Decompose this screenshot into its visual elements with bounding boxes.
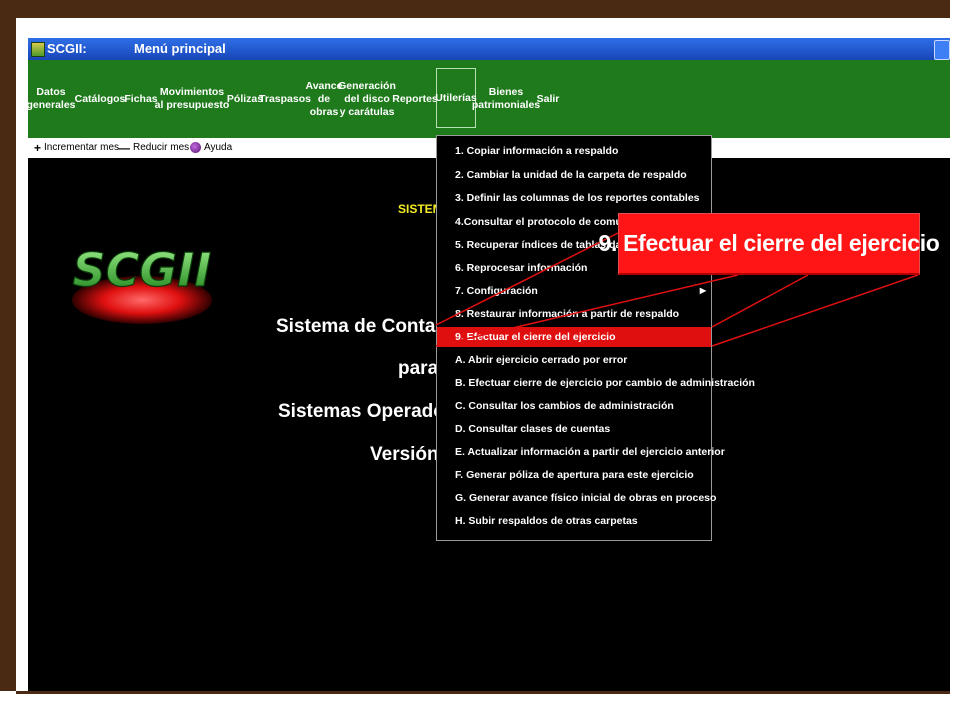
pointer-line-3 bbox=[711, 274, 809, 328]
pointer-line-2 bbox=[435, 274, 739, 347]
pointer-line-1 bbox=[435, 231, 621, 326]
callout-pointer-lines bbox=[435, 231, 919, 347]
callout-label: 9. Efectuar el cierre del ejercicio bbox=[598, 213, 940, 275]
